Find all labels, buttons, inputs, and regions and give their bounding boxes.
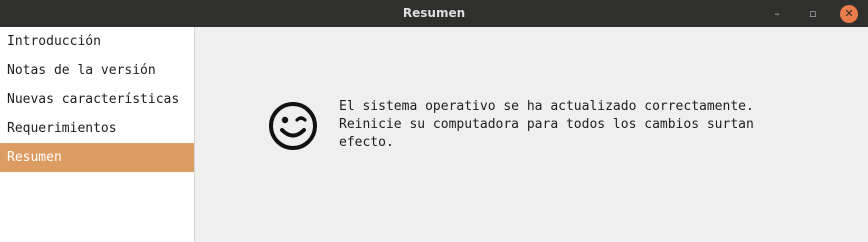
window-controls: – ▫ ✕	[768, 4, 858, 23]
minimize-icon: –	[774, 7, 780, 20]
sidebar-item-notas-de-la-version[interactable]: Notas de la versión	[0, 56, 194, 85]
sidebar-item-resumen[interactable]: Resumen	[0, 143, 194, 172]
success-message-block: El sistema operativo se ha actualizado c…	[267, 98, 799, 152]
sidebar: Introducción Notas de la versión Nuevas …	[0, 27, 195, 242]
content-area: Introducción Notas de la versión Nuevas …	[0, 27, 868, 242]
close-button[interactable]: ✕	[840, 4, 858, 23]
close-icon: ✕	[844, 7, 854, 20]
sidebar-item-label: Requerimientos	[7, 121, 117, 136]
sidebar-item-label: Nuevas características	[7, 92, 180, 107]
sidebar-item-introduccion[interactable]: Introducción	[0, 27, 194, 56]
minimize-button[interactable]: –	[768, 5, 786, 23]
maximize-icon: ▫	[809, 7, 817, 20]
maximize-button[interactable]: ▫	[804, 5, 822, 23]
main-panel: El sistema operativo se ha actualizado c…	[195, 27, 868, 242]
installer-window: Resumen – ▫ ✕ Introducción Notas de la v…	[0, 0, 868, 242]
sidebar-item-requerimientos[interactable]: Requerimientos	[0, 114, 194, 143]
sidebar-item-label: Notas de la versión	[7, 63, 156, 78]
smile-icon	[269, 102, 317, 150]
success-message: El sistema operativo se ha actualizado c…	[339, 99, 754, 150]
title-bar[interactable]: Resumen – ▫ ✕	[0, 0, 868, 27]
window-title: Resumen	[402, 6, 466, 20]
sidebar-item-label: Introducción	[7, 34, 101, 49]
sidebar-item-nuevas-caracteristicas[interactable]: Nuevas características	[0, 85, 194, 114]
sidebar-item-label: Resumen	[7, 150, 62, 165]
